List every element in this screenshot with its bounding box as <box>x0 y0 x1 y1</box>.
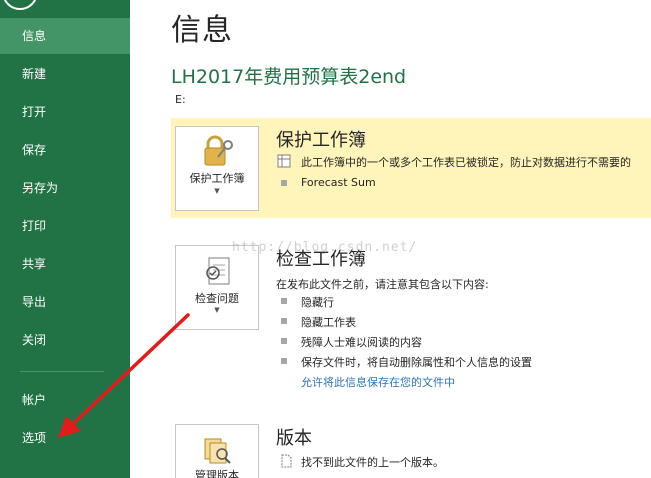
annotation-arrow <box>58 313 190 438</box>
